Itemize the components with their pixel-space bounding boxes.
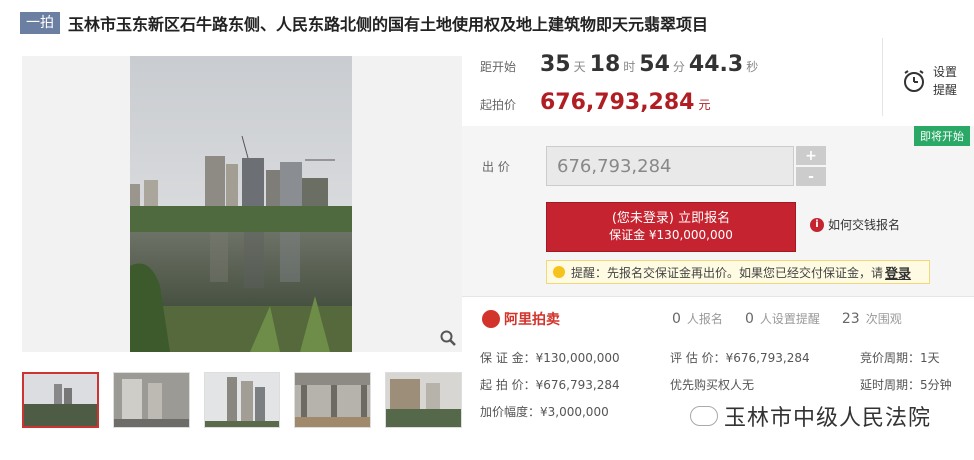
wechat-icon [690, 406, 718, 426]
detail-row: 起 拍 价：¥676,793,284 优先购买权人无 延时周期：5分钟 [462, 371, 974, 398]
view-count-label: 次围观 [865, 312, 902, 326]
start-price-row: 起拍价 676,793,284 元 [480, 90, 711, 115]
thumbnail-3[interactable] [203, 372, 281, 428]
ali-auction-logo-icon [482, 309, 500, 328]
countdown-minutes-unit: 分 [672, 60, 685, 74]
brand-name: 阿里拍卖 [504, 311, 560, 328]
increment-detail: 加价幅度：¥3,000,000 [480, 405, 609, 419]
thumbnail-2[interactable] [112, 372, 190, 428]
decrease-bid-button[interactable]: - [796, 167, 826, 186]
thumbnail-1[interactable] [22, 372, 99, 428]
reminder-label-line1: 设置 [933, 65, 958, 79]
extension-cycle-detail: 延时周期：5分钟 [860, 378, 952, 392]
bid-stepper: + - [796, 146, 826, 186]
countdown-seconds: 44.3 [688, 52, 744, 77]
set-reminder-button[interactable]: 设置 提醒 [882, 38, 974, 116]
stats-bar: 阿里拍卖 0 人报名 0 人设置提醒 23 次围观 [462, 296, 974, 340]
priority-buyer-value: 无 [742, 378, 755, 392]
zoom-icon[interactable] [440, 330, 456, 346]
view-count-value: 23 [841, 311, 860, 327]
countdown-hours-unit: 时 [623, 60, 636, 74]
main-photo-viewer[interactable] [22, 56, 462, 352]
how-to-pay-link[interactable]: i 如何交钱报名 [810, 216, 900, 233]
signup-count-label: 人报名 [686, 312, 723, 326]
login-link[interactable]: 登录 [885, 263, 911, 282]
signup-deposit-label: 保证金 ¥130,000,000 [609, 228, 733, 242]
detail-row: 保 证 金：¥130,000,000 评 估 价：¥676,793,284 竞价… [462, 344, 974, 371]
tip-text: 提醒：先报名交保证金再出价。如果您已经交付保证金，请 [571, 265, 884, 280]
countdown-seconds-unit: 秒 [746, 60, 759, 74]
deposit-detail: 保 证 金：¥130,000,000 [480, 351, 620, 365]
bid-amount-input[interactable] [546, 146, 794, 186]
thumbnail-5[interactable] [385, 372, 462, 428]
reminder-count-value: 0 [744, 311, 754, 327]
thumbnail-strip [22, 372, 462, 430]
alarm-clock-icon [904, 70, 924, 92]
reminder-label-line2: 提醒 [933, 83, 958, 97]
auction-info-panel: 距开始 35 天 18 时 54 分 44.3 秒 设置 提醒 起拍价 676,… [462, 38, 974, 460]
appraisal-detail: 评 估 价：¥676,793,284 [670, 351, 810, 365]
status-badge: 即将开始 [914, 126, 970, 146]
priority-buyer-detail: 优先购买权人无 [670, 376, 860, 393]
countdown-days-unit: 天 [573, 60, 586, 74]
start-price-unit: 元 [698, 98, 711, 112]
auction-page: 一拍 玉林市玉东新区石牛路东侧、人民东路北侧的国有土地使用权及地上建筑物即天元翡… [0, 0, 974, 460]
signup-count: 0 人报名 [672, 310, 723, 327]
countdown: 距开始 35 天 18 时 54 分 44.3 秒 [480, 52, 762, 77]
lightbulb-icon [553, 266, 565, 278]
start-price-value: 676,793,284 [540, 90, 695, 115]
signup-button-label: (您未登录) 立即报名 [611, 211, 731, 226]
info-icon: i [810, 217, 824, 232]
countdown-minutes: 54 [639, 52, 670, 77]
bid-label: 出 价 [482, 160, 510, 174]
start-price-detail: 起 拍 价：¥676,793,284 [480, 378, 620, 392]
thumbnail-4[interactable] [294, 372, 372, 428]
start-price-label: 起拍价 [480, 98, 517, 112]
priority-buyer-label: 优先购买权人 [670, 378, 743, 392]
signup-count-value: 0 [672, 311, 681, 327]
signup-button[interactable]: (您未登录) 立即报名 保证金 ¥130,000,000 [546, 202, 796, 252]
bidding-cycle-detail: 竞价周期：1天 [860, 351, 940, 365]
reminder-count-label: 人设置提醒 [759, 312, 820, 326]
page-title: 玉林市玉东新区石牛路东侧、人民东路北侧的国有土地使用权及地上建筑物即天元翡翠项目 [68, 15, 709, 34]
court-watermark: 玉林市中级人民法院 [690, 400, 931, 432]
watermark-text: 玉林市中级人民法院 [724, 406, 932, 431]
countdown-days: 35 [540, 52, 571, 77]
countdown-label: 距开始 [480, 60, 517, 74]
bid-panel: 即将开始 出 价 + - (您未登录) 立即报名 保证金 ¥130,000,00… [462, 126, 974, 296]
title-row: 一拍 玉林市玉东新区石牛路东侧、人民东路北侧的国有土地使用权及地上建筑物即天元翡… [20, 10, 708, 36]
deposit-tip: 提醒：先报名交保证金再出价。如果您已经交付保证金，请 登录 [546, 260, 930, 284]
increase-bid-button[interactable]: + [796, 146, 826, 165]
how-to-pay-label: 如何交钱报名 [828, 218, 901, 232]
view-count: 23 次围观 [842, 310, 902, 327]
ali-auction-brand: 阿里拍卖 [482, 309, 672, 329]
reminder-count: 0 人设置提醒 [745, 310, 820, 327]
countdown-hours: 18 [589, 52, 621, 77]
auction-round-badge: 一拍 [20, 12, 60, 34]
main-photo [130, 56, 352, 352]
